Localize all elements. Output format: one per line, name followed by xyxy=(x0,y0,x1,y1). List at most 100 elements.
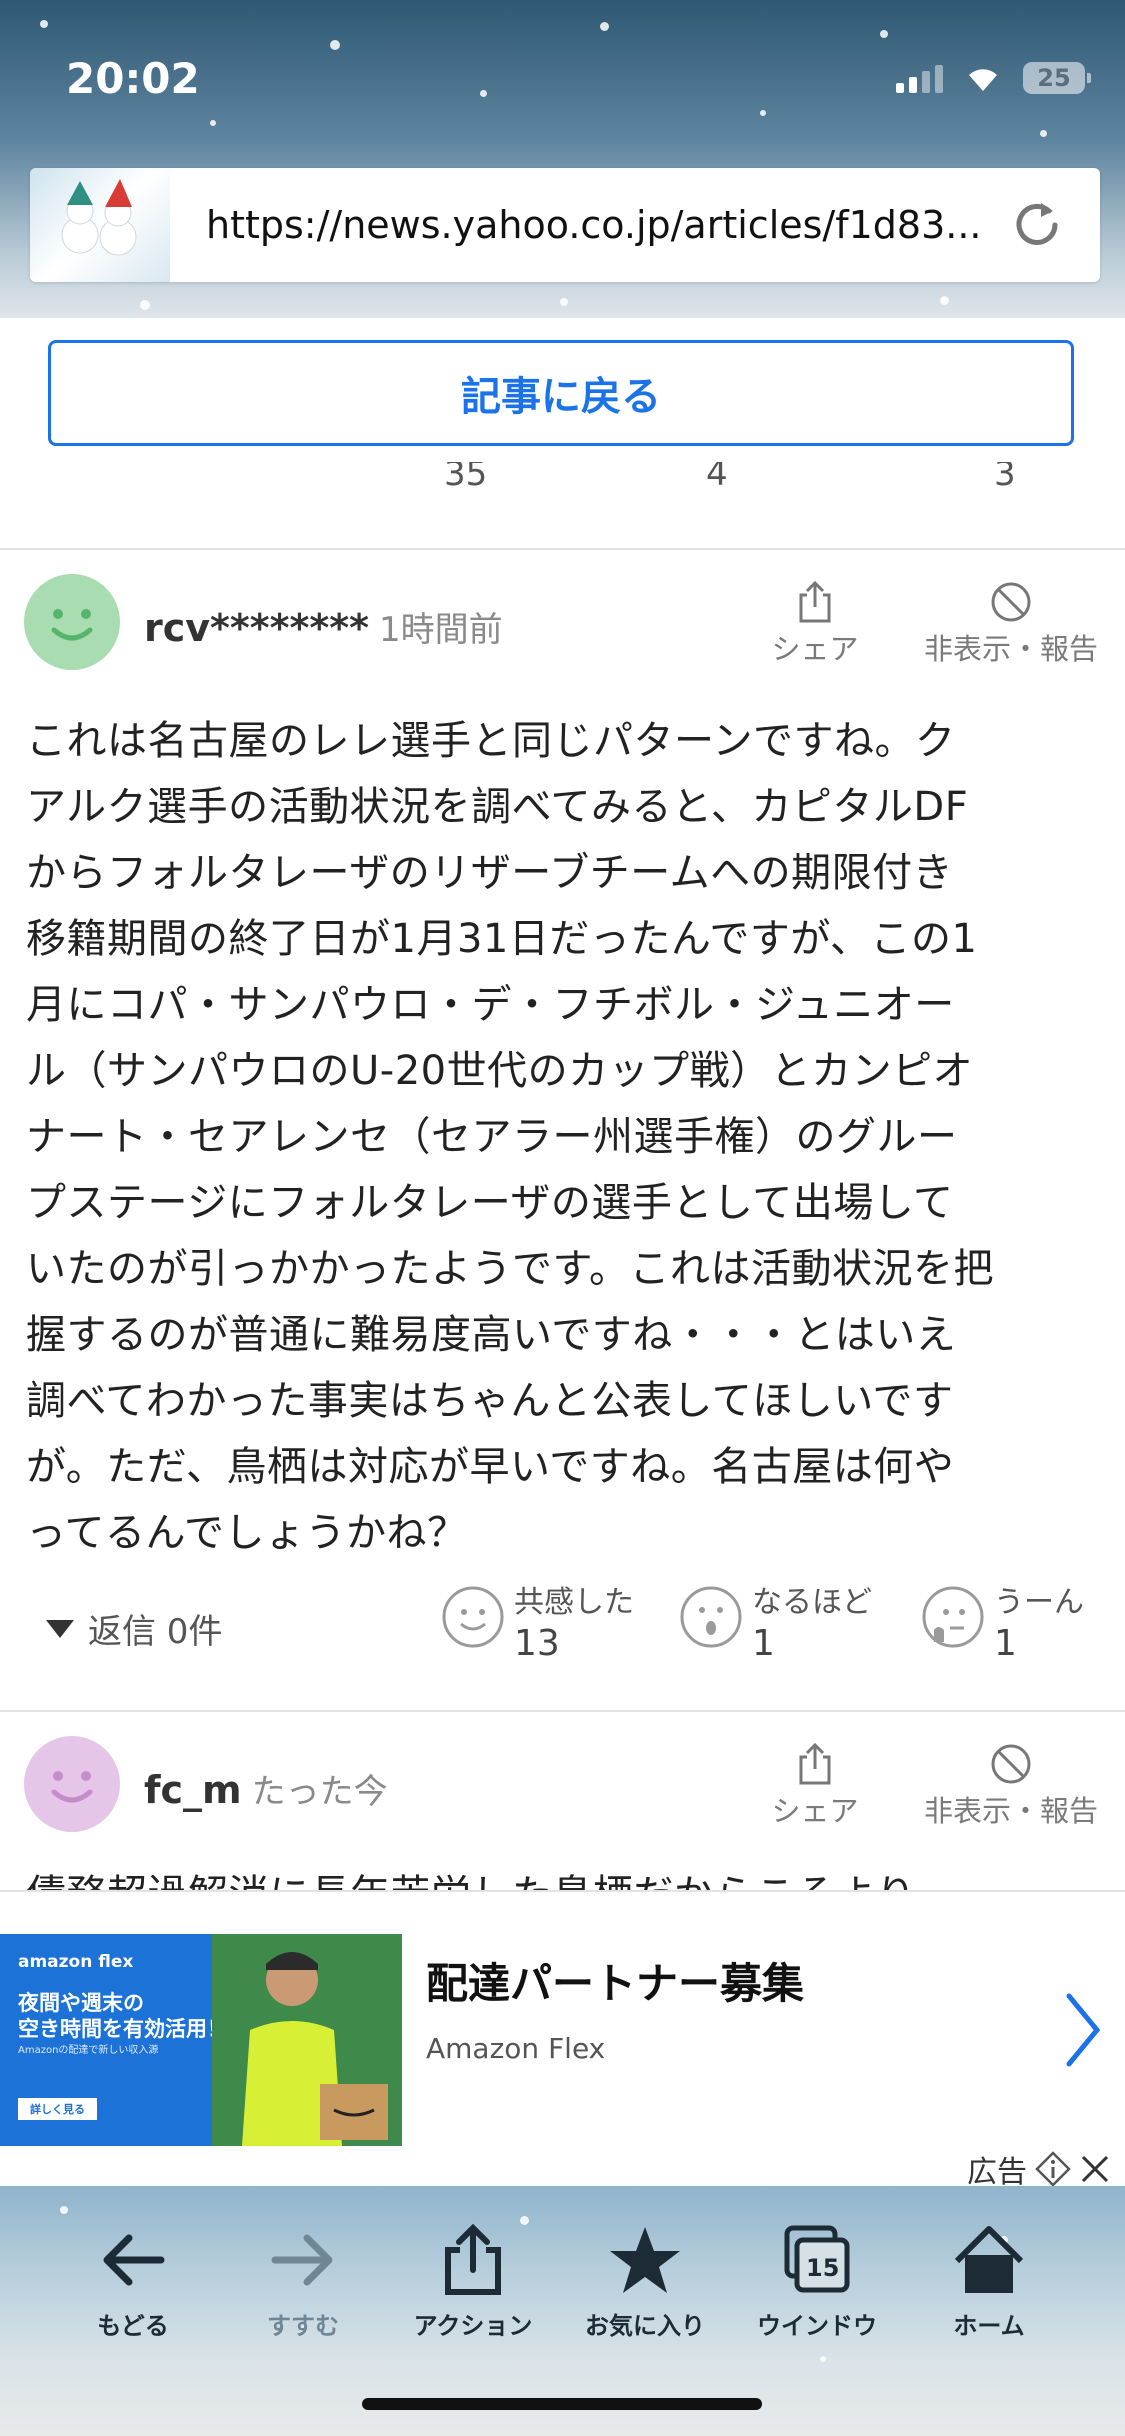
browser-header: 20:02 25 https://news.yahoo.co.jp/articl… xyxy=(0,0,1125,318)
comment-line: これは名古屋のレレ選手と同じパターンですね。ク xyxy=(26,718,956,764)
surprised-face-icon xyxy=(680,1586,742,1648)
ad-person-illustration xyxy=(212,1934,402,2146)
comment-line: 移籍期間の終了日が1月31日だったんですが、この1 xyxy=(26,916,978,962)
reaction-hmm[interactable]: うーん 1 xyxy=(920,1584,1084,1666)
username-text[interactable]: fc_m xyxy=(144,1768,242,1812)
battery-icon: 25 xyxy=(1023,62,1091,94)
share-icon xyxy=(770,1740,860,1788)
block-icon xyxy=(918,578,1104,626)
comment-username[interactable]: rcv******** 1時間前 xyxy=(144,602,503,651)
hide-report-label: 非表示・報告 xyxy=(923,1794,1098,1828)
status-indicators: 25 xyxy=(896,62,1091,94)
comment-line: 月にコパ・サンパウロ・デ・フチボル・ジュニオー xyxy=(26,982,955,1028)
comment-line: が。ただ、鳥栖は対応が早いですね。名古屋は何や xyxy=(26,1444,955,1490)
ad-image-cta: 詳しく見る xyxy=(18,2098,97,2120)
replies-toggle[interactable]: 返信 0件 xyxy=(46,1604,222,1653)
forward-button[interactable]: すすむ xyxy=(228,2220,378,2341)
share-label: シェア xyxy=(771,1794,859,1828)
chevron-right-icon[interactable] xyxy=(1063,1992,1103,2072)
share-button[interactable]: シェア xyxy=(770,1740,860,1830)
reaction-count: 1 xyxy=(752,1623,775,1664)
back-arrow-icon xyxy=(58,2220,208,2300)
address-bar[interactable]: https://news.yahoo.co.jp/articles/f1d83.… xyxy=(30,168,1100,282)
reaction-empathize[interactable]: 共感した 13 xyxy=(440,1584,634,1666)
ad-label-text: 広告 xyxy=(967,2155,1027,2190)
hide-report-button[interactable]: 非表示・報告 xyxy=(918,578,1104,668)
share-button[interactable]: シェア xyxy=(770,578,860,668)
hide-report-label: 非表示・報告 xyxy=(923,632,1098,666)
hide-report-button[interactable]: 非表示・報告 xyxy=(918,1740,1104,1830)
ad-sponsor: Amazon Flex xyxy=(426,2032,606,2065)
cellular-signal-icon xyxy=(896,63,943,93)
comment-body: 債務超過解消に長年苦労した鳥栖だからこそより一 xyxy=(26,1862,1106,1890)
username-text[interactable]: rcv******** xyxy=(144,606,369,650)
action-button[interactable]: アクション xyxy=(398,2220,548,2341)
comment-card: fc_mたった今 シェア 非表示・報告 債務超過解消に長年苦労した鳥栖だからこそ… xyxy=(0,1722,1125,1890)
partial-count: 4 xyxy=(706,462,728,494)
toolbar-label: すすむ xyxy=(267,2312,339,2340)
ad-image-small-text: Amazonの配達で新しい収入源 xyxy=(18,2045,159,2056)
comment-line: 握するのが普通に難易度高いですね・・・とはいえ xyxy=(26,1312,957,1358)
home-icon xyxy=(914,2220,1064,2300)
reaction-count: 1 xyxy=(994,1623,1017,1664)
comment-line: ってるんでしょうかね？ xyxy=(26,1510,468,1556)
expand-triangle-icon xyxy=(46,1619,74,1638)
share-icon xyxy=(398,2220,548,2300)
toolbar-label: もどる xyxy=(97,2312,169,2340)
status-time: 20:02 xyxy=(66,54,200,103)
reaction-count: 13 xyxy=(514,1623,560,1664)
comment-line: 調べてわかった事実はちゃんと公表してほしいです xyxy=(26,1378,954,1424)
ad-image[interactable]: amazon flex 夜間や週末の 空き時間を有効活用！ Amazonの配達で… xyxy=(0,1934,402,2146)
smile-face-icon xyxy=(442,1586,504,1648)
comment-line: アルク選手の活動状況を調べてみると、カピタルDF xyxy=(26,784,969,830)
home-button[interactable]: ホーム xyxy=(914,2220,1064,2341)
reaction-label: 共感した xyxy=(514,1585,634,1620)
ad-image-copy: 夜間や週末の 空き時間を有効活用！ xyxy=(18,1991,228,2041)
divider xyxy=(0,1710,1125,1712)
comment-card: rcv******** 1時間前 シェア 非表示・報告 これは名古屋のレレ選手と同… xyxy=(0,560,1125,1710)
comment-line: ナート・セアレンセ（セアラー州選手権）のグルー xyxy=(26,1114,958,1160)
ad-brand: amazon flex xyxy=(18,1952,134,1972)
partial-count: 3 xyxy=(994,462,1016,494)
wifi-icon xyxy=(965,64,1001,92)
star-icon xyxy=(570,2220,720,2300)
avatar[interactable] xyxy=(24,574,120,670)
windows-icon: 15 xyxy=(742,2220,892,2300)
close-icon[interactable] xyxy=(1079,2153,1111,2185)
reaction-label: なるほど xyxy=(752,1585,872,1620)
toolbar-label: アクション xyxy=(413,2312,533,2340)
reply-count[interactable]: 返信 0件 xyxy=(88,1604,222,1653)
reload-icon[interactable] xyxy=(1002,190,1072,260)
ad-title[interactable]: 配達パートナー募集 xyxy=(426,1950,804,2011)
comment-line: ル（サンパウロのU-20世代のカップ戦）とカンピオ xyxy=(26,1048,974,1094)
favorites-button[interactable]: お気に入り xyxy=(570,2220,720,2341)
windows-button[interactable]: 15 ウインドウ xyxy=(742,2220,892,2341)
block-icon xyxy=(918,1740,1104,1788)
home-indicator[interactable] xyxy=(362,2398,762,2410)
thinking-face-icon xyxy=(922,1586,984,1648)
comment-time: たった今 xyxy=(251,1772,388,1812)
comment-line: からフォルタレーザのリザーブチームへの期限付き xyxy=(26,850,954,896)
previous-comment-reactions: 35 4 3 xyxy=(0,462,1125,504)
ad-banner[interactable]: amazon flex 夜間や週末の 空き時間を有効活用！ Amazonの配達で… xyxy=(0,1890,1125,2192)
reaction-label: うーん xyxy=(994,1585,1084,1620)
comment-time: 1時間前 xyxy=(379,610,503,650)
url-text[interactable]: https://news.yahoo.co.jp/articles/f1d83.… xyxy=(206,203,1002,247)
comment-line: 債務超過解消に長年苦労した鳥栖だからこそより一 xyxy=(26,1862,1106,1890)
avatar[interactable] xyxy=(24,1736,120,1832)
share-icon xyxy=(770,578,860,626)
ad-label[interactable]: 広告 xyxy=(967,2147,1111,2191)
back-button[interactable]: もどる xyxy=(58,2220,208,2341)
toolbar-label: ウインドウ xyxy=(757,2312,877,2340)
reaction-insightful[interactable]: なるほど 1 xyxy=(678,1584,872,1666)
tab-thumbnail[interactable] xyxy=(30,168,170,282)
comment-line: プステージにフォルタレーザの選手として出場して xyxy=(26,1180,954,1226)
comment-line: いたのが引っかかったようです。これは活動状況を把 xyxy=(26,1246,994,1292)
partial-count: 35 xyxy=(444,462,488,494)
ad-info-icon[interactable] xyxy=(1035,2151,1071,2187)
divider xyxy=(0,548,1125,550)
comment-username[interactable]: fc_m たった今 xyxy=(144,1764,388,1813)
share-label: シェア xyxy=(771,632,859,666)
back-to-article-button[interactable]: 記事に戻る xyxy=(48,340,1074,446)
window-count-badge: 15 xyxy=(806,2254,840,2282)
